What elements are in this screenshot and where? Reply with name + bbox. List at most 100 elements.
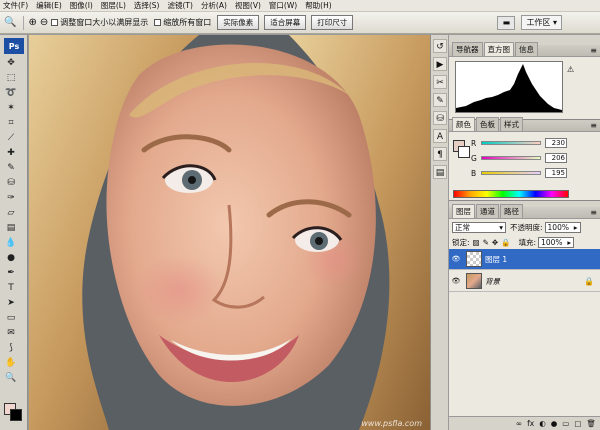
- new-group-icon[interactable]: ▭: [562, 419, 569, 428]
- menu-edit[interactable]: 编辑(E): [36, 0, 62, 11]
- menu-image[interactable]: 图像(I): [70, 0, 93, 11]
- visibility-eye-icon[interactable]: 👁: [449, 277, 463, 285]
- menu-layer[interactable]: 图层(L): [101, 0, 126, 11]
- blue-slider[interactable]: [481, 171, 541, 175]
- zoom-tool-box-icon[interactable]: 🔍: [4, 372, 18, 385]
- visibility-eye-icon[interactable]: 👁: [449, 255, 463, 263]
- marquee-tool-icon[interactable]: ⬚: [4, 72, 18, 85]
- pen-tool-icon[interactable]: ✒: [4, 267, 18, 280]
- menu-bar: 文件(F) 编辑(E) 图像(I) 图层(L) 选择(S) 滤镜(T) 分析(A…: [0, 0, 600, 12]
- tab-styles[interactable]: 样式: [500, 117, 523, 131]
- tab-color[interactable]: 颜色: [452, 117, 475, 131]
- blend-mode-select[interactable]: 正常 ▾: [452, 222, 506, 233]
- history-brush-tool-icon[interactable]: ✑: [4, 192, 18, 205]
- menu-window[interactable]: 窗口(W): [269, 0, 297, 11]
- lock-brush-icon[interactable]: ✎: [483, 238, 489, 247]
- green-value[interactable]: 206: [545, 153, 567, 163]
- layers-panel-menu-icon[interactable]: ≡: [590, 208, 597, 217]
- blue-value[interactable]: 195: [545, 168, 567, 178]
- zoom-all-option[interactable]: 缩放所有窗口: [154, 17, 211, 28]
- opacity-field[interactable]: 100% ▸: [544, 222, 581, 233]
- resize-windows-option[interactable]: 调整窗口大小以满屏显示: [51, 17, 148, 28]
- color-bg-swatch[interactable]: [458, 146, 470, 158]
- print-size-button[interactable]: 打印尺寸: [311, 15, 354, 30]
- layer-comps-icon[interactable]: ▤: [433, 165, 447, 179]
- color-panel-menu-icon[interactable]: ≡: [590, 121, 597, 130]
- workspace-button[interactable]: 工作区 ▾: [521, 15, 562, 30]
- adjustment-layer-icon[interactable]: ●: [551, 419, 558, 428]
- red-label: R: [471, 138, 477, 148]
- hand-tool-icon[interactable]: ✋: [4, 357, 18, 370]
- eyedropper-tool-icon[interactable]: ⟆: [4, 342, 18, 355]
- layer-name[interactable]: 图层 1: [485, 254, 507, 265]
- lock-transparency-icon[interactable]: ▨: [473, 238, 480, 247]
- layer-row-layer1[interactable]: 👁 图层 1: [449, 249, 600, 270]
- tab-navigator[interactable]: 导航器: [452, 42, 483, 56]
- magic-wand-tool-icon[interactable]: ✶: [4, 102, 18, 115]
- path-select-tool-icon[interactable]: ➤: [4, 297, 18, 310]
- red-slider[interactable]: [481, 141, 541, 145]
- lock-position-icon[interactable]: ✥: [492, 238, 498, 247]
- resize-windows-checkbox[interactable]: [51, 19, 59, 26]
- link-layers-icon[interactable]: ∞: [516, 419, 522, 428]
- new-layer-icon[interactable]: ▢: [574, 419, 581, 428]
- layers-footer: ∞ fx ◐ ● ▭ ▢ 🗑: [449, 416, 600, 430]
- tab-channels[interactable]: 通道: [476, 204, 499, 218]
- lock-all-icon[interactable]: 🔒: [501, 238, 510, 247]
- panel-menu-icon[interactable]: ≡: [590, 46, 597, 55]
- green-slider[interactable]: [481, 156, 541, 160]
- menu-file[interactable]: 文件(F): [3, 0, 28, 11]
- background-color-swatch[interactable]: [10, 409, 22, 421]
- menu-select[interactable]: 选择(S): [134, 0, 160, 11]
- blur-tool-icon[interactable]: 💧: [4, 237, 18, 250]
- clone-source-icon[interactable]: ⛁: [433, 111, 447, 125]
- gradient-tool-icon[interactable]: ▤: [4, 222, 18, 235]
- eraser-tool-icon[interactable]: ▱: [4, 207, 18, 220]
- tab-paths[interactable]: 路径: [500, 204, 523, 218]
- character-panel-icon[interactable]: A: [433, 129, 447, 143]
- lasso-tool-icon[interactable]: ➰: [4, 87, 18, 100]
- tab-layers[interactable]: 图层: [452, 204, 475, 218]
- layer-name[interactable]: 背景: [485, 276, 500, 287]
- brush-tool-icon[interactable]: ✎: [4, 162, 18, 175]
- layer-mask-icon[interactable]: ◐: [539, 419, 546, 428]
- tool-presets-icon[interactable]: ✂: [433, 75, 447, 89]
- actual-pixels-button[interactable]: 实际像素: [217, 15, 260, 30]
- color-spectrum-bar[interactable]: [453, 190, 569, 198]
- history-panel-icon[interactable]: ↺: [433, 39, 447, 53]
- menu-analysis[interactable]: 分析(A): [201, 0, 227, 11]
- menu-filter[interactable]: 滤镜(T): [168, 0, 193, 11]
- ps-logo[interactable]: Ps: [4, 38, 24, 54]
- zoom-out-icon[interactable]: ⊖: [40, 17, 48, 28]
- tab-histogram[interactable]: 直方图: [483, 42, 514, 56]
- paragraph-panel-icon[interactable]: ¶: [433, 147, 447, 161]
- fit-screen-button[interactable]: 适合屏幕: [264, 15, 307, 30]
- tab-info[interactable]: 信息: [515, 42, 538, 56]
- panel-tray-icon[interactable]: ▬: [497, 15, 516, 30]
- fill-field[interactable]: 100% ▸: [538, 237, 575, 248]
- crop-tool-icon[interactable]: ⌗: [4, 117, 18, 130]
- slice-tool-icon[interactable]: ⟋: [4, 132, 18, 145]
- layer-row-background[interactable]: 👁 背景 🔒: [449, 271, 600, 292]
- type-tool-icon[interactable]: T: [4, 282, 18, 295]
- red-value[interactable]: 230: [545, 138, 567, 148]
- menu-view[interactable]: 视图(V): [235, 0, 261, 11]
- histogram-display: [455, 61, 563, 113]
- brushes-panel-icon[interactable]: ✎: [433, 93, 447, 107]
- clone-stamp-tool-icon[interactable]: ⛁: [4, 177, 18, 190]
- move-tool-icon[interactable]: ✥: [4, 57, 18, 70]
- zoom-tool-icon[interactable]: 🔍: [4, 17, 16, 28]
- zoom-all-checkbox[interactable]: [154, 19, 162, 26]
- menu-help[interactable]: 帮助(H): [305, 0, 332, 11]
- dodge-tool-icon[interactable]: ●: [4, 252, 18, 265]
- layer-style-icon[interactable]: fx: [527, 419, 534, 428]
- actions-panel-icon[interactable]: ▶: [433, 57, 447, 71]
- document-canvas[interactable]: www.psfla.com: [29, 35, 430, 430]
- notes-tool-icon[interactable]: ✉: [4, 327, 18, 340]
- delete-layer-icon[interactable]: 🗑: [586, 419, 596, 428]
- histogram-warning-icon[interactable]: ⚠: [567, 65, 574, 74]
- tab-swatches[interactable]: 色板: [476, 117, 499, 131]
- zoom-in-icon[interactable]: ⊕: [28, 17, 36, 28]
- healing-brush-tool-icon[interactable]: ✚: [4, 147, 18, 160]
- shape-tool-icon[interactable]: ▭: [4, 312, 18, 325]
